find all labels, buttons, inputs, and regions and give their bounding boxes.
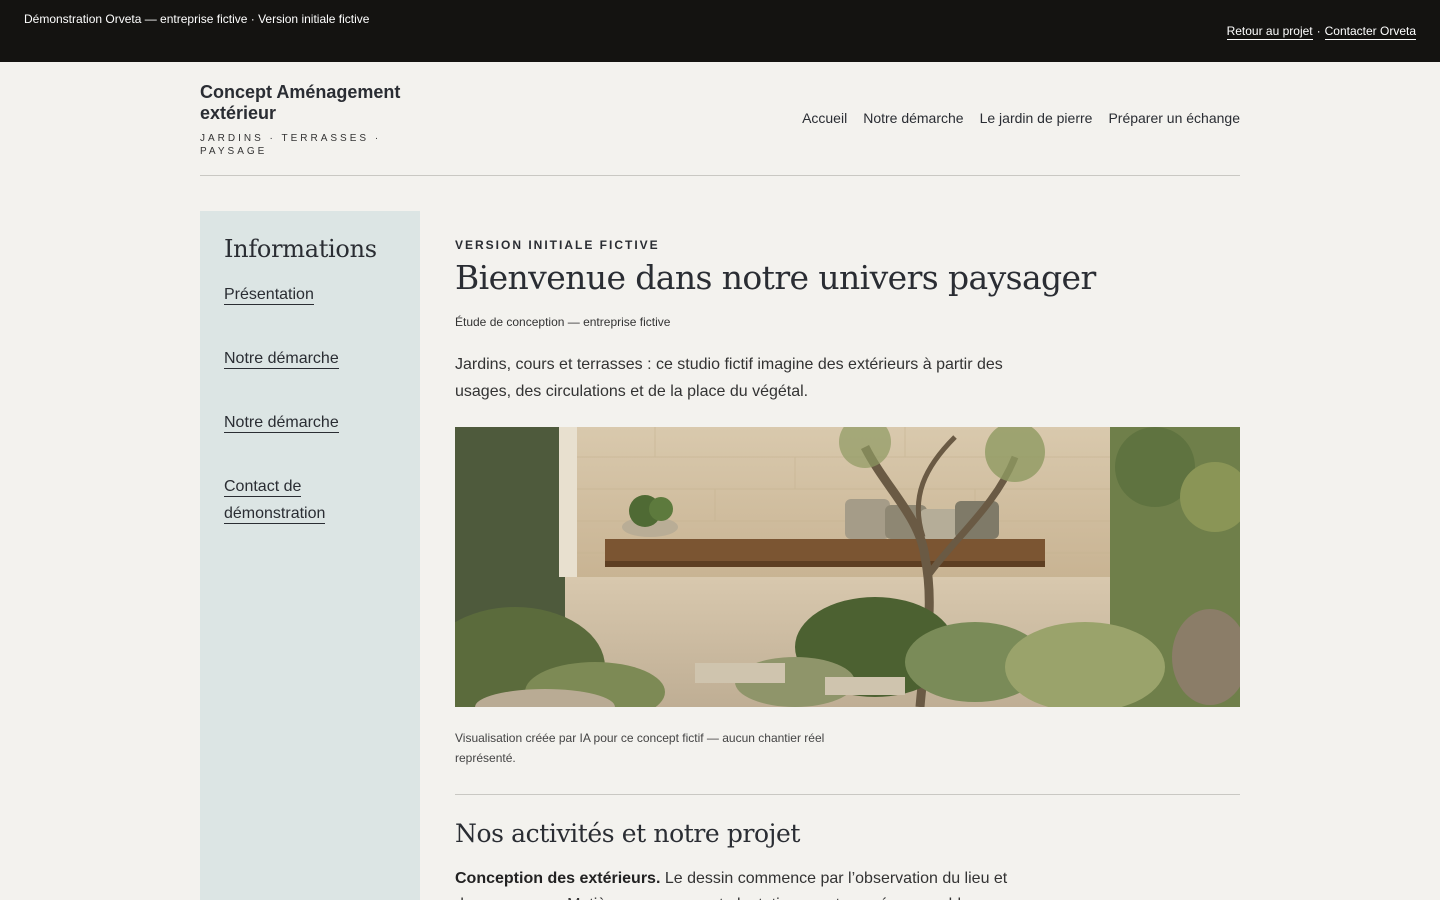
hero-garden-image — [455, 427, 1240, 707]
nav-stone-garden[interactable]: Le jardin de pierre — [980, 110, 1093, 126]
brand-name: Concept Aménagement extérieur — [200, 82, 401, 123]
demo-links: Retour au projet · Contacter Orveta — [1226, 24, 1416, 40]
page-subtitle: Étude de conception — entreprise fictive — [455, 315, 671, 329]
site-brand[interactable]: Concept Aménagement extérieur JARDINS · … — [200, 82, 430, 158]
demo-banner: Démonstration Orveta — entreprise fictiv… — [0, 0, 1440, 62]
garden-illustration — [455, 427, 1240, 707]
section-title: Nos activités et notre projet — [455, 819, 801, 848]
eyebrow-label: VERSION INITIALE FICTIVE — [455, 238, 660, 252]
sidebar-item-demo-contact[interactable]: Contact de démonstration — [224, 478, 326, 524]
brand-tagline: JARDINS · TERRASSES · PAYSAGE — [200, 133, 382, 157]
image-caption: Visualisation créée par IA pour ce conce… — [455, 731, 825, 765]
section-paragraph: Conception des extérieurs. Le dessin com… — [455, 866, 1015, 900]
main-navigation: Accueil Notre démarche Le jardin de pier… — [802, 110, 1240, 126]
main-content: VERSION INITIALE FICTIVE Bienvenue dans … — [455, 238, 1240, 900]
page-title: Bienvenue dans notre univers paysager — [455, 258, 1096, 297]
sidebar-title: Informations — [224, 235, 377, 263]
contact-orveta-link[interactable]: Contacter Orveta — [1324, 24, 1416, 40]
header-divider — [200, 175, 1240, 176]
sidebar-menu: Présentation Notre démarche Notre démarc… — [224, 281, 396, 527]
nav-home[interactable]: Accueil — [802, 110, 847, 126]
content-divider — [455, 794, 1240, 795]
section-lead: Conception des extérieurs. — [455, 870, 661, 887]
sidebar: Informations Présentation Notre démarche… — [200, 211, 420, 900]
demo-notice: Démonstration Orveta — entreprise fictiv… — [24, 12, 370, 26]
sidebar-item-approach-2[interactable]: Notre démarche — [224, 414, 339, 433]
sidebar-item-approach[interactable]: Notre démarche — [224, 350, 339, 369]
nav-prepare-exchange[interactable]: Préparer un échange — [1108, 110, 1240, 126]
intro-paragraph: Jardins, cours et terrasses : ce studio … — [455, 356, 1003, 400]
sidebar-item-presentation[interactable]: Présentation — [224, 286, 314, 305]
nav-approach[interactable]: Notre démarche — [863, 110, 963, 126]
back-to-project-link[interactable]: Retour au projet — [1226, 24, 1313, 40]
link-separator: · — [1316, 24, 1321, 38]
